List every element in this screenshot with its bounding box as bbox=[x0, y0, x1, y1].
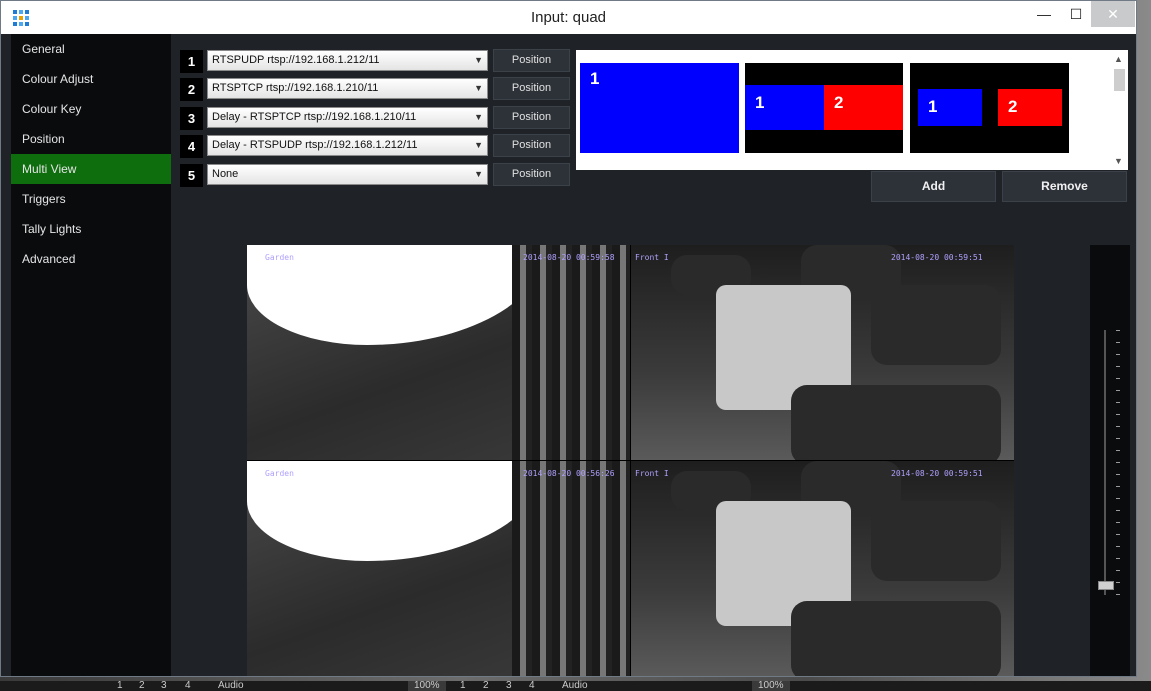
chevron-up-icon[interactable]: ▲ bbox=[1114, 54, 1123, 64]
chevron-down-icon: ▼ bbox=[474, 169, 483, 179]
source-value: RTSPUDP rtsp://192.168.1.212/11 bbox=[212, 54, 380, 66]
sidebar-item-position[interactable]: Position bbox=[11, 124, 171, 154]
gate-image bbox=[512, 461, 630, 676]
feed-timestamp: 2014-08-20 00:59:51 bbox=[891, 469, 983, 478]
taskbar-item[interactable]: 1 bbox=[460, 681, 466, 691]
car-image bbox=[871, 501, 1001, 581]
feed-timestamp: 2014-08-20 00:59:51 bbox=[891, 253, 983, 262]
remove-button[interactable]: Remove bbox=[1002, 171, 1127, 202]
position-button[interactable]: Position bbox=[493, 106, 570, 129]
window-title: Input: quad bbox=[530, 9, 607, 26]
position-button[interactable]: Position bbox=[493, 163, 570, 186]
settings-sidebar: General Colour Adjust Colour Key Positio… bbox=[11, 34, 171, 676]
minimize-button[interactable]: — bbox=[1031, 1, 1057, 27]
video-feed: Garden 2014-08-20 00:59:58 bbox=[247, 245, 630, 460]
feed-timestamp: 2014-08-20 00:59:58 bbox=[523, 253, 615, 262]
source-select[interactable]: RTSPTCP rtsp://192.168.1.210/11 ▼ bbox=[207, 78, 488, 99]
sidebar-item-colour-adjust[interactable]: Colour Adjust bbox=[11, 64, 171, 94]
layout-option[interactable]: 1 bbox=[580, 63, 739, 153]
feed-name: Garden bbox=[265, 469, 294, 478]
background-taskbar: 1 2 3 4 Audio 100% 1 2 3 4 Audio 100% bbox=[0, 681, 1151, 691]
layout-option[interactable]: 1 2 bbox=[910, 63, 1069, 153]
car-image bbox=[791, 601, 1001, 676]
maximize-button[interactable]: ☐ bbox=[1063, 1, 1089, 27]
layout-picker: 1 1 2 1 2 ▲ ▼ bbox=[576, 50, 1128, 170]
scroll-thumb[interactable] bbox=[1114, 69, 1125, 91]
layout-slot-label: 1 bbox=[590, 69, 600, 88]
position-button[interactable]: Position bbox=[493, 49, 570, 72]
slider-ticks bbox=[1116, 330, 1120, 595]
source-select[interactable]: RTSPUDP rtsp://192.168.1.212/11 ▼ bbox=[207, 50, 488, 71]
slider-knob[interactable] bbox=[1098, 581, 1114, 590]
source-number: 3 bbox=[180, 107, 203, 130]
multiview-preview: Garden 2014-08-20 00:59:58 Front I 2014-… bbox=[247, 245, 1014, 676]
car-image bbox=[791, 385, 1001, 460]
source-value: None bbox=[212, 168, 239, 180]
source-number: 1 bbox=[180, 50, 203, 73]
layout-scrollbar[interactable]: ▲ ▼ bbox=[1112, 52, 1126, 168]
taskbar-item[interactable]: 4 bbox=[185, 681, 191, 691]
taskbar-item[interactable]: Audio bbox=[562, 681, 588, 691]
taskbar-item[interactable]: 1 bbox=[117, 681, 123, 691]
sidebar-item-tally-lights[interactable]: Tally Lights bbox=[11, 214, 171, 244]
layout-slot-label: 1 bbox=[918, 89, 982, 126]
taskbar-item[interactable]: 2 bbox=[139, 681, 145, 691]
video-feed: Front I 2014-08-20 00:59:51 bbox=[631, 245, 1014, 460]
layout-slot-label: 2 bbox=[824, 85, 903, 130]
video-feed: Garden 2014-08-20 00:56:26 bbox=[247, 461, 630, 676]
source-value: Delay - RTSPUDP rtsp://192.168.1.212/11 bbox=[212, 139, 418, 151]
video-feed: Front I 2014-08-20 00:59:51 bbox=[631, 461, 1014, 676]
volume-slider[interactable] bbox=[1090, 245, 1130, 676]
feed-timestamp: 2014-08-20 00:56:26 bbox=[523, 469, 615, 478]
taskbar-zoom: 100% bbox=[408, 681, 446, 691]
add-button[interactable]: Add bbox=[871, 171, 996, 202]
chevron-down-icon: ▼ bbox=[474, 55, 483, 65]
sidebar-item-triggers[interactable]: Triggers bbox=[11, 184, 171, 214]
close-button[interactable]: ✕ bbox=[1091, 1, 1135, 27]
taskbar-item[interactable]: 4 bbox=[529, 681, 535, 691]
source-select[interactable]: Delay - RTSPTCP rtsp://192.168.1.210/11 ▼ bbox=[207, 107, 488, 128]
feed-name: Front I bbox=[635, 469, 669, 478]
sidebar-item-multi-view[interactable]: Multi View bbox=[11, 154, 171, 184]
source-number: 5 bbox=[180, 164, 203, 187]
position-button[interactable]: Position bbox=[493, 77, 570, 100]
source-value: Delay - RTSPTCP rtsp://192.168.1.210/11 bbox=[212, 111, 417, 123]
source-select[interactable]: None ▼ bbox=[207, 164, 488, 185]
chevron-down-icon: ▼ bbox=[474, 112, 483, 122]
taskbar-zoom: 100% bbox=[752, 681, 790, 691]
chevron-down-icon[interactable]: ▼ bbox=[1114, 156, 1123, 166]
title-bar[interactable]: Input: quad — ☐ ✕ bbox=[1, 1, 1136, 34]
sidebar-item-advanced[interactable]: Advanced bbox=[11, 244, 171, 274]
taskbar-item[interactable]: 2 bbox=[483, 681, 489, 691]
feed-name: Garden bbox=[265, 253, 294, 262]
taskbar-item[interactable]: 3 bbox=[506, 681, 512, 691]
taskbar-item[interactable]: 3 bbox=[161, 681, 167, 691]
car-image bbox=[871, 285, 1001, 365]
source-number: 4 bbox=[180, 135, 203, 158]
layout-slot-label: 2 bbox=[998, 89, 1062, 126]
gate-image bbox=[512, 245, 630, 460]
chevron-down-icon: ▼ bbox=[474, 140, 483, 150]
slider-track bbox=[1104, 330, 1106, 595]
taskbar-item[interactable]: Audio bbox=[218, 681, 244, 691]
source-value: RTSPTCP rtsp://192.168.1.210/11 bbox=[212, 82, 379, 94]
sidebar-item-colour-key[interactable]: Colour Key bbox=[11, 94, 171, 124]
layout-slot-label: 1 bbox=[745, 85, 824, 130]
position-button[interactable]: Position bbox=[493, 134, 570, 157]
sidebar-item-general[interactable]: General bbox=[11, 34, 171, 64]
chevron-down-icon: ▼ bbox=[474, 83, 483, 93]
input-window: Input: quad — ☐ ✕ General Colour Adjust … bbox=[0, 0, 1137, 677]
source-select[interactable]: Delay - RTSPUDP rtsp://192.168.1.212/11 ▼ bbox=[207, 135, 488, 156]
layout-option[interactable]: 1 2 bbox=[745, 63, 903, 153]
source-number: 2 bbox=[180, 78, 203, 101]
feed-name: Front I bbox=[635, 253, 669, 262]
